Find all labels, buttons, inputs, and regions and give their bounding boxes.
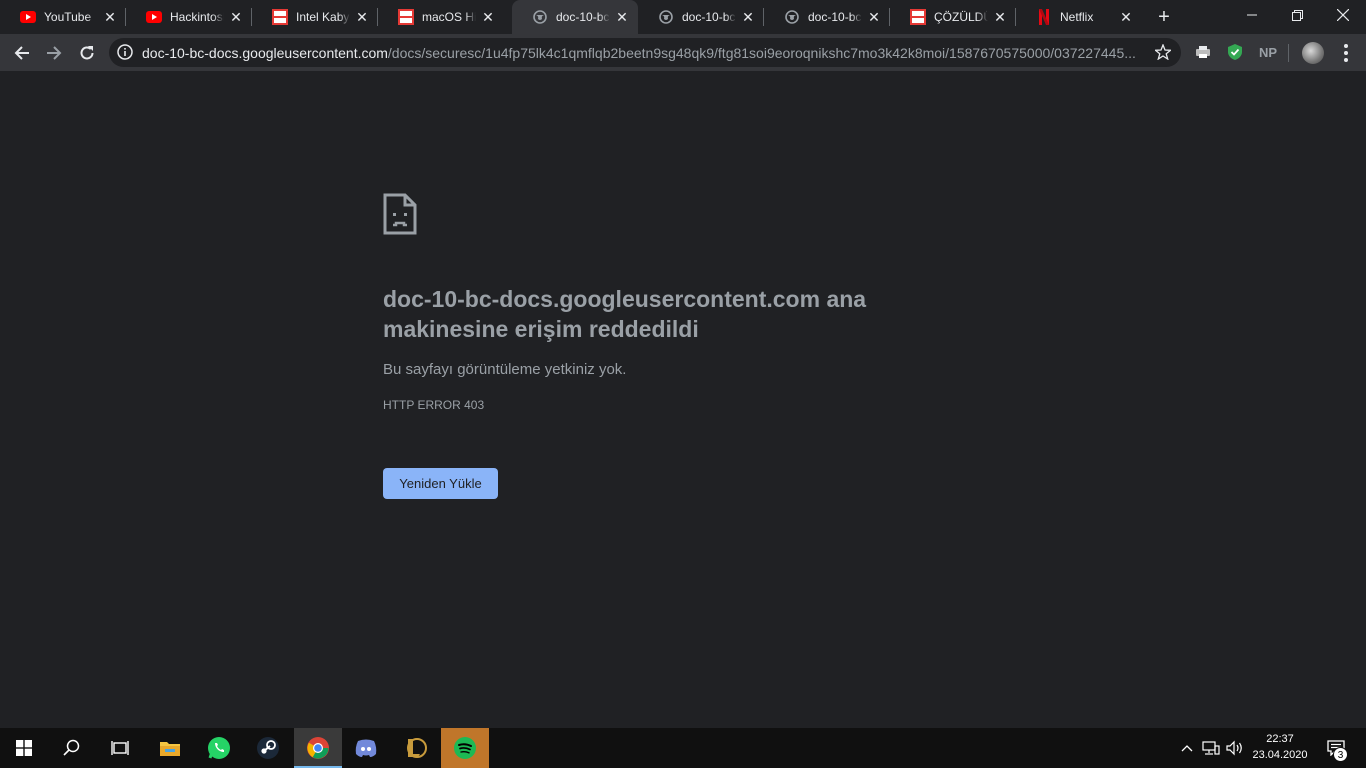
- tray-network[interactable]: [1200, 728, 1222, 768]
- taskbar-steam[interactable]: [244, 728, 292, 768]
- sad-document-icon: [383, 193, 417, 235]
- chrome-menu-button[interactable]: [1336, 42, 1356, 64]
- discord-icon: [355, 739, 377, 757]
- globe-icon: [658, 9, 674, 25]
- dsx-info-icon: [272, 9, 288, 25]
- whatsapp-icon: [208, 737, 230, 759]
- youtube-icon: [20, 9, 36, 25]
- tab-title: Hackintosh: [170, 10, 224, 24]
- tab-strip: YouTube ✕ Hackintosh ✕ Intel Kaby L ✕ ma…: [0, 0, 1366, 34]
- restore-button[interactable]: [1274, 0, 1320, 30]
- windows-taskbar: 22:37 23.04.2020: [0, 728, 1366, 768]
- tab-title: Netflix: [1060, 10, 1094, 24]
- chrome-icon: [307, 737, 329, 759]
- error-title: doc-10-bc-docs.googleusercontent.com ana…: [383, 286, 867, 342]
- forward-button[interactable]: [40, 39, 68, 67]
- reload-toolbar-button[interactable]: [73, 39, 101, 67]
- tab-doc-10-bc-active[interactable]: doc-10-bc- ✕: [512, 0, 638, 34]
- address-bar[interactable]: doc-10-bc-docs.googleusercontent.com/doc…: [109, 38, 1181, 67]
- clock-date: 23.04.2020: [1252, 749, 1308, 761]
- window-close-button[interactable]: [1320, 0, 1366, 30]
- tab-title: YouTube: [44, 10, 92, 24]
- taskbar-spotify[interactable]: [441, 728, 489, 768]
- tab-doc-10-bc-2[interactable]: doc-10-bc- ✕: [638, 0, 764, 34]
- error-code: HTTP ERROR 403: [383, 398, 485, 412]
- arrow-right-icon: [47, 46, 62, 60]
- clock-time: 22:37: [1266, 733, 1294, 745]
- back-button[interactable]: [8, 39, 36, 67]
- tab-title: doc-10-bc-: [682, 10, 736, 24]
- tab-intel-kaby[interactable]: Intel Kaby L ✕: [252, 0, 378, 34]
- steam-icon: [257, 737, 279, 759]
- refresh-icon: [80, 46, 94, 60]
- url-host: doc-10-bc-docs.googleusercontent.com: [142, 45, 388, 61]
- tab-title: doc-10-bc-: [556, 10, 610, 24]
- spotify-icon: [454, 737, 476, 759]
- chevron-up-icon: [1181, 745, 1193, 752]
- taskbar-whatsapp[interactable]: [195, 728, 243, 768]
- tab-hackintosh[interactable]: Hackintosh ✕: [126, 0, 252, 34]
- tray-overflow-chevron[interactable]: [1178, 728, 1196, 768]
- tray-volume[interactable]: [1224, 728, 1246, 768]
- np-extension-button[interactable]: NP: [1257, 43, 1279, 61]
- windows-logo-icon: [16, 740, 32, 756]
- new-tab-button[interactable]: +: [1154, 7, 1174, 27]
- close-icon[interactable]: ✕: [614, 9, 630, 25]
- search-icon: [63, 739, 80, 756]
- search-button[interactable]: [48, 728, 96, 768]
- browser-toolbar: doc-10-bc-docs.googleusercontent.com/doc…: [0, 34, 1366, 71]
- url-path: /docs/securesc/1u4fp75lk4c1qmflqb2beetn9…: [387, 45, 1136, 61]
- tab-title: Intel Kaby L: [296, 10, 350, 24]
- start-button[interactable]: [0, 728, 48, 768]
- info-icon[interactable]: [117, 44, 133, 60]
- close-icon[interactable]: ✕: [866, 9, 882, 25]
- youtube-icon: [146, 9, 162, 25]
- league-icon: [407, 738, 427, 758]
- folder-icon: [160, 742, 180, 756]
- taskbar-chrome[interactable]: [294, 728, 342, 768]
- taskbar-clock[interactable]: 22:37 23.04.2020: [1244, 731, 1316, 763]
- close-icon[interactable]: ✕: [1118, 9, 1134, 25]
- globe-icon: [784, 9, 800, 25]
- reload-button[interactable]: Yeniden Yükle: [383, 468, 498, 499]
- profile-avatar[interactable]: [1302, 42, 1324, 64]
- network-icon: [1202, 741, 1220, 755]
- taskbar-discord[interactable]: [342, 728, 390, 768]
- tab-netflix[interactable]: Netflix ✕: [1016, 0, 1142, 34]
- volume-icon: [1226, 740, 1242, 756]
- taskbar-file-explorer[interactable]: [146, 728, 194, 768]
- tab-macos-high[interactable]: macOS High ✕: [378, 0, 504, 34]
- url-text[interactable]: doc-10-bc-docs.googleusercontent.com/doc…: [142, 45, 1142, 61]
- task-view-icon: [111, 741, 129, 755]
- tab-youtube[interactable]: YouTube ✕: [0, 0, 126, 34]
- tab-title: doc-10-bc-: [808, 10, 862, 24]
- shield-icon[interactable]: [1226, 43, 1244, 61]
- extension-print-icon[interactable]: [1194, 43, 1212, 61]
- globe-icon: [532, 9, 548, 25]
- close-icon[interactable]: ✕: [354, 9, 370, 25]
- arrow-left-icon: [14, 46, 29, 60]
- error-page: doc-10-bc-docs.googleusercontent.com ana…: [0, 71, 1366, 728]
- dsx-info-icon: [398, 9, 414, 25]
- minimize-button[interactable]: [1229, 0, 1275, 30]
- close-icon[interactable]: ✕: [228, 9, 244, 25]
- netflix-icon: [1036, 9, 1052, 25]
- error-subtitle: Bu sayfayı görüntüleme yetkiniz yok.: [383, 361, 627, 378]
- close-icon[interactable]: ✕: [992, 9, 1008, 25]
- tab-cozuldu[interactable]: ÇÖZÜLDÜ - ✕: [890, 0, 1016, 34]
- tab-title: macOS High: [422, 10, 476, 24]
- notification-count-badge: 3: [1333, 747, 1348, 762]
- task-view-button[interactable]: [96, 728, 144, 768]
- bookmark-star-icon[interactable]: [1155, 44, 1171, 60]
- close-icon[interactable]: ✕: [740, 9, 756, 25]
- close-icon[interactable]: ✕: [480, 9, 496, 25]
- np-label: NP: [1258, 44, 1278, 60]
- tab-title: ÇÖZÜLDÜ -: [934, 10, 988, 24]
- tab-doc-10-bc-3[interactable]: doc-10-bc- ✕: [764, 0, 890, 34]
- dsx-info-icon: [910, 9, 926, 25]
- close-icon[interactable]: ✕: [102, 9, 118, 25]
- taskbar-league-of-legends[interactable]: [392, 728, 440, 768]
